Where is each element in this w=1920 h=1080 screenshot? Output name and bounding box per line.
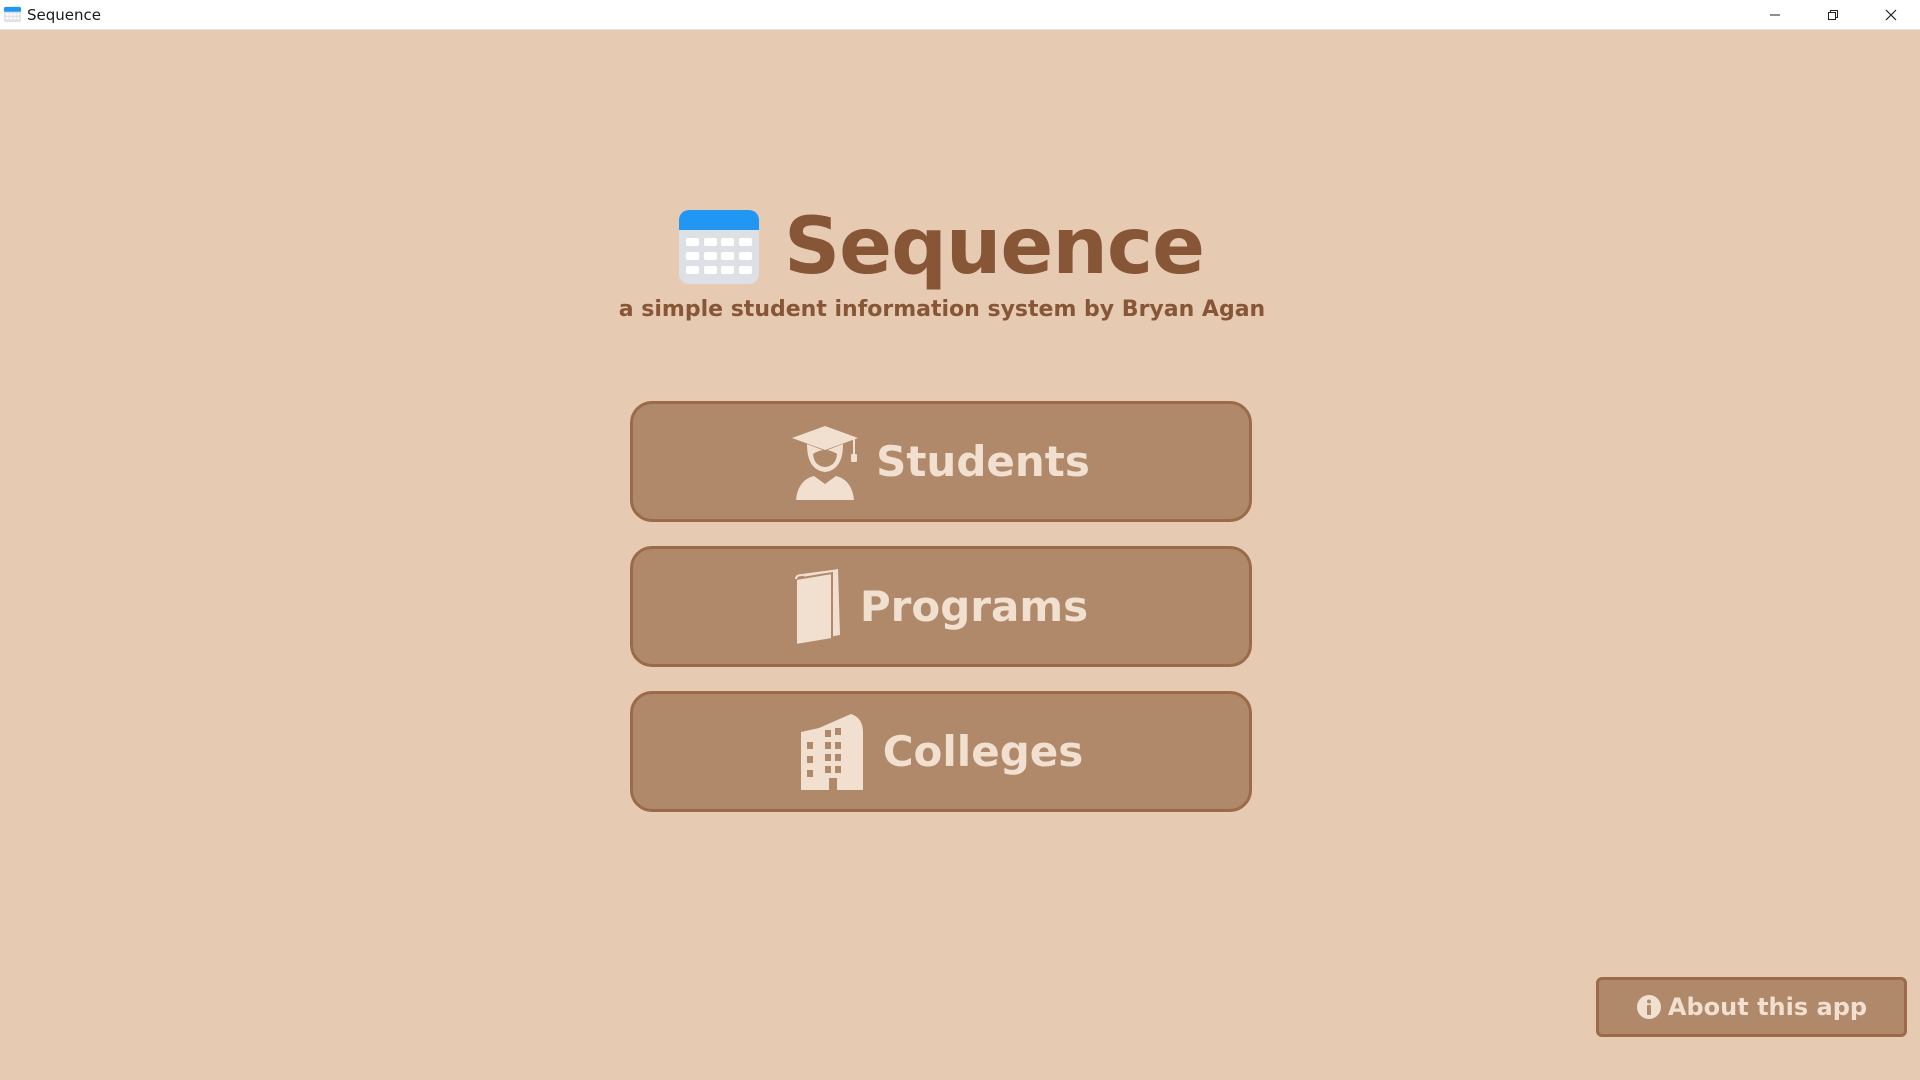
calendar-icon — [3, 6, 22, 23]
students-button[interactable]: Students — [630, 401, 1252, 522]
app-subtitle: a simple student information system by B… — [618, 297, 1266, 322]
restore-button[interactable] — [1804, 0, 1862, 29]
building-icon — [799, 713, 865, 790]
calendar-icon — [678, 210, 759, 284]
colleges-button[interactable]: Colleges — [630, 691, 1252, 812]
window-titlebar: Sequence — [0, 0, 1920, 30]
close-button[interactable] — [1862, 0, 1920, 29]
graduate-icon — [792, 424, 859, 500]
close-icon — [1885, 9, 1897, 20]
about-button[interactable]: About this app — [1596, 977, 1907, 1037]
minimize-icon — [1770, 14, 1780, 15]
app-title: Sequence — [783, 202, 1205, 292]
minimize-button[interactable] — [1746, 0, 1804, 29]
main-area: Sequence a simple student information sy… — [0, 30, 1920, 1080]
about-label: About this app — [1667, 993, 1868, 1021]
restore-icon — [1828, 9, 1838, 20]
programs-button[interactable]: Programs — [630, 546, 1252, 667]
info-icon — [1636, 995, 1661, 1019]
programs-label: Programs — [859, 582, 1089, 631]
students-label: Students — [876, 437, 1090, 486]
window-controls — [1746, 0, 1920, 29]
colleges-label: Colleges — [882, 727, 1084, 776]
window-title: Sequence — [27, 5, 101, 24]
app-header: Sequence — [0, 202, 1920, 292]
book-icon — [794, 568, 842, 645]
